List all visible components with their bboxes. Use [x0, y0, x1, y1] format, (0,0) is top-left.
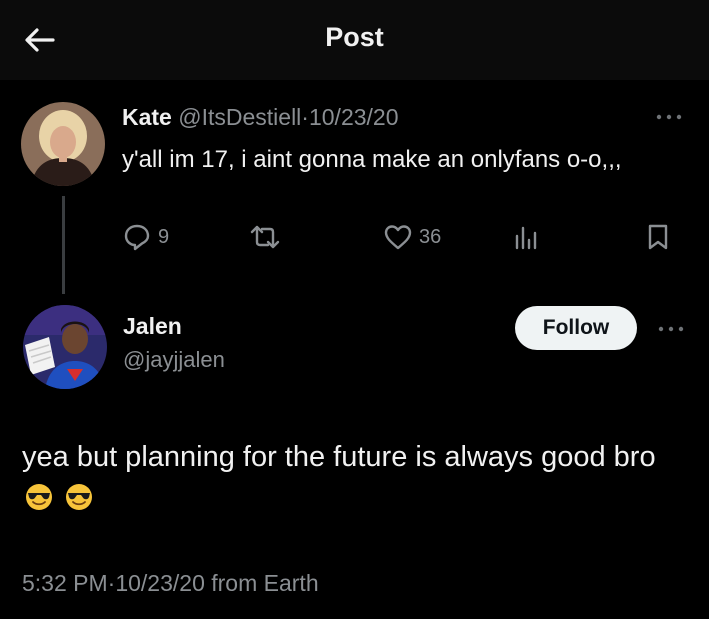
views-action[interactable]	[511, 222, 541, 252]
reply-count: 9	[158, 225, 170, 248]
more-options-icon[interactable]	[654, 113, 684, 121]
heart-icon	[384, 225, 412, 250]
like-count: 36	[419, 225, 442, 248]
sunglasses-emoji	[26, 484, 52, 510]
post-source: from Earth	[211, 570, 319, 596]
user-handle[interactable]: @jayjjalen	[123, 347, 225, 373]
analytics-icon	[515, 226, 537, 250]
post-metadata: 5:32 PM·10/23/20 from Earth	[22, 570, 319, 597]
action-bar: 9 36	[0, 222, 709, 258]
reply-header: Kate @ItsDestiell·10/23/20	[122, 104, 399, 131]
post-text: yea but planning for the future is alway…	[22, 441, 656, 473]
retweet-icon	[250, 225, 280, 249]
post-date[interactable]: 10/23/20	[115, 570, 205, 596]
top-bar: Post	[0, 0, 709, 80]
display-name[interactable]: Kate	[122, 104, 172, 130]
comment-icon	[124, 224, 150, 251]
separator: ·	[301, 104, 309, 130]
display-name[interactable]: Jalen	[123, 313, 182, 340]
user-handle[interactable]: @ItsDestiell	[178, 104, 301, 130]
like-action[interactable]: 36	[383, 222, 441, 252]
post-date[interactable]: 10/23/20	[309, 104, 399, 130]
avatar[interactable]	[21, 102, 105, 186]
bookmark-icon	[648, 224, 668, 250]
reply-text: y'all im 17, i aint gonna make an onlyfa…	[122, 146, 622, 173]
retweet-action[interactable]	[248, 222, 282, 252]
sunglasses-emoji	[66, 484, 93, 510]
more-options-icon[interactable]	[656, 325, 686, 333]
page-title: Post	[325, 22, 384, 52]
bookmark-action[interactable]	[644, 222, 672, 252]
follow-button[interactable]: Follow	[515, 306, 637, 350]
post-body: yea but planning for the future is alway…	[22, 437, 692, 519]
avatar[interactable]	[23, 305, 107, 389]
reply-action[interactable]: 9	[122, 222, 169, 252]
post-time[interactable]: 5:32 PM	[22, 570, 108, 596]
